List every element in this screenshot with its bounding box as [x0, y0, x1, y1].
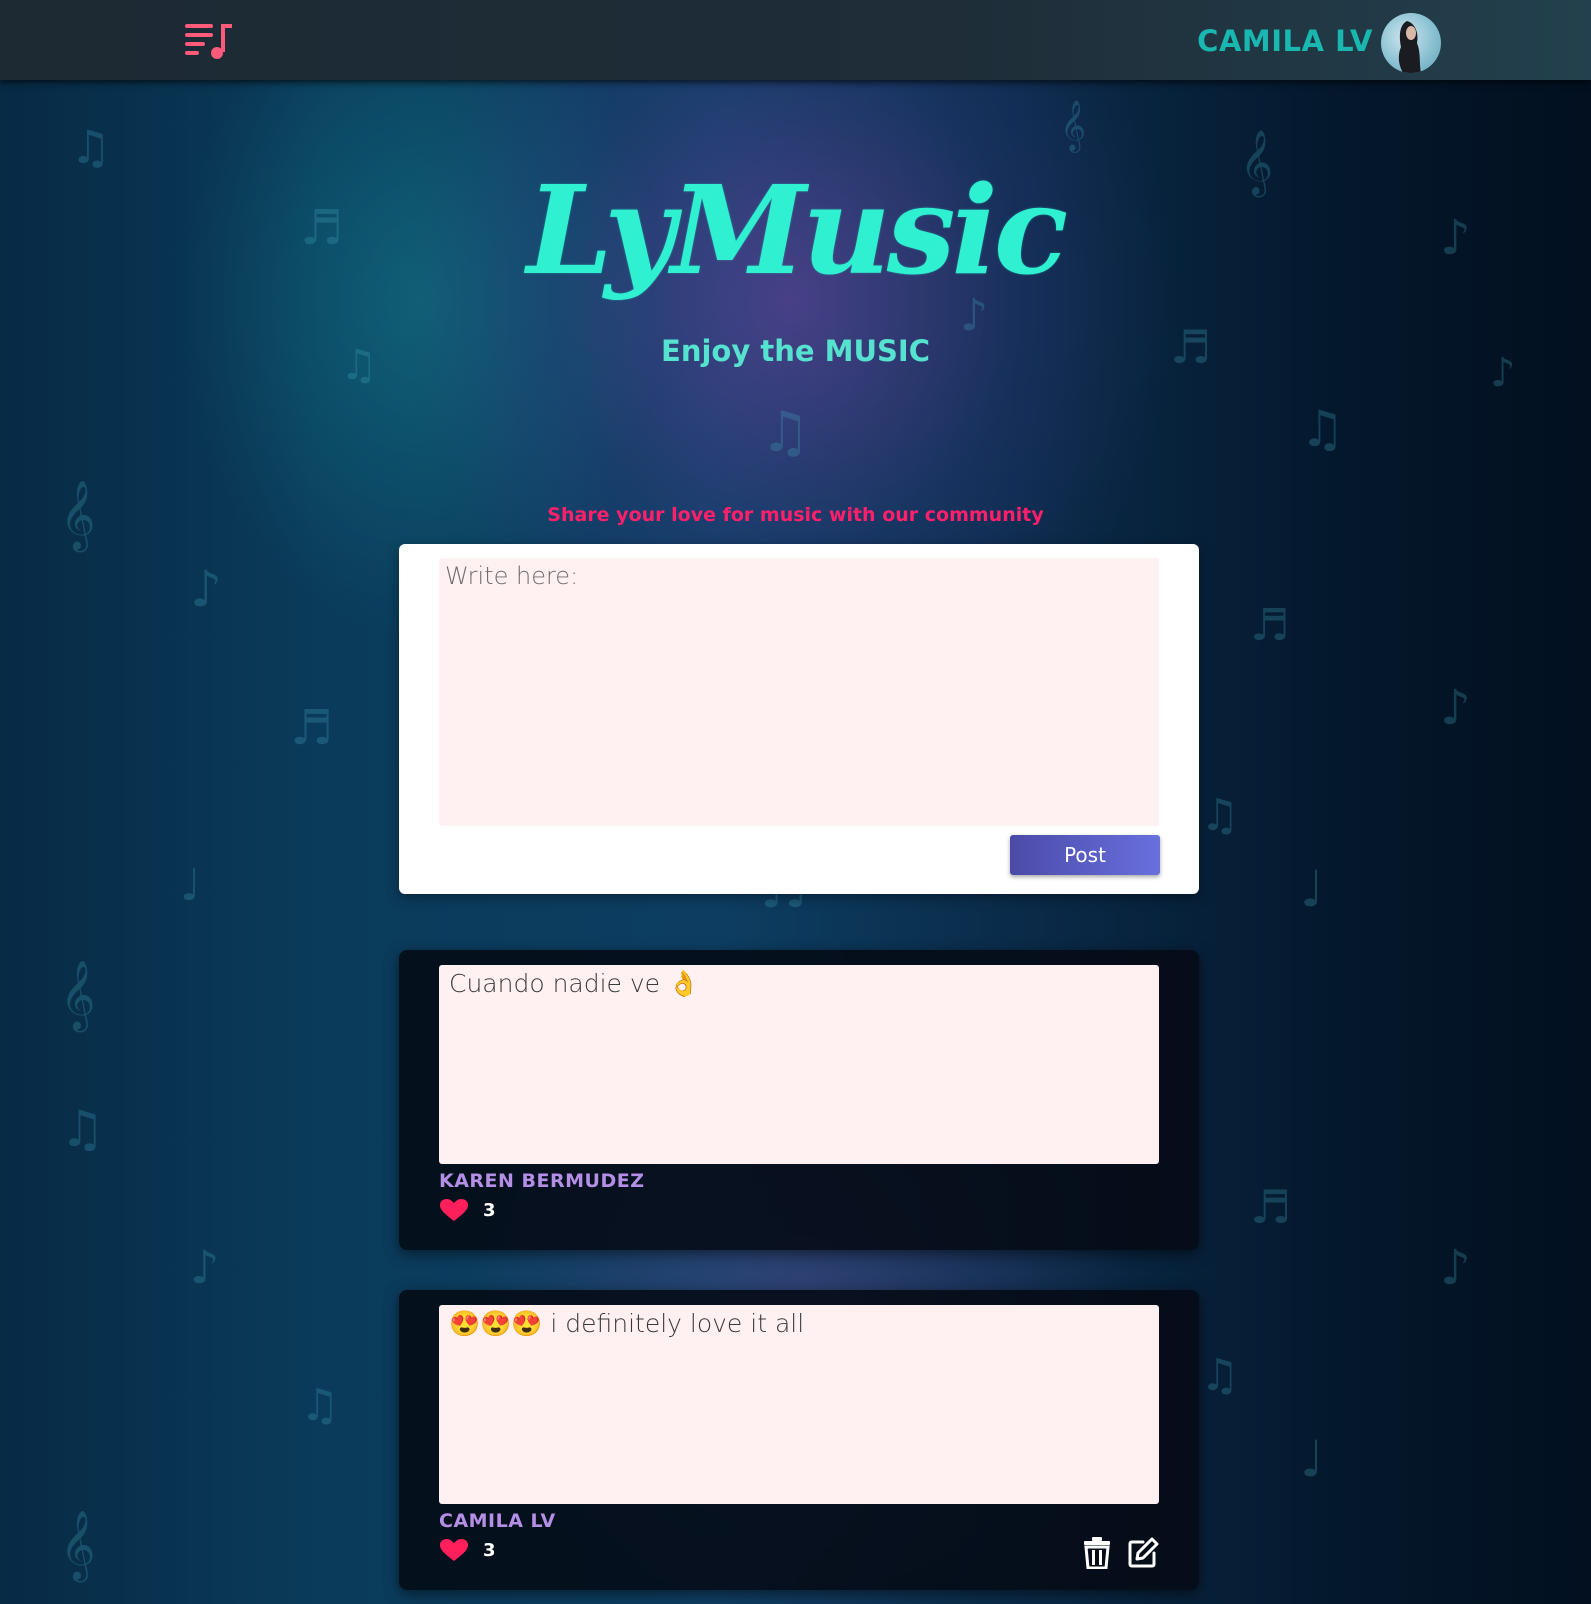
tagline: Enjoy the MUSIC: [661, 334, 930, 368]
playlist-music-icon[interactable]: [183, 18, 237, 62]
music-note-icon: ♫: [760, 400, 811, 465]
post-author: KAREN BERMUDEZ: [439, 1170, 645, 1192]
music-note-icon: ♩: [1300, 860, 1324, 918]
music-note-icon: ♪: [1440, 1240, 1471, 1296]
heart-icon[interactable]: [439, 1198, 469, 1222]
post-author: CAMILA LV: [439, 1510, 556, 1532]
music-note-icon: 𝄞: [1060, 100, 1087, 151]
user-name[interactable]: CAMILA LV: [1197, 24, 1373, 58]
post-composer: Post: [399, 544, 1199, 894]
music-note-icon: ♬: [1250, 1180, 1292, 1234]
like-count: 3: [483, 1200, 496, 1221]
post-card: Cuando nadie ve 👌 KAREN BERMUDEZ 3: [399, 950, 1199, 1250]
post-text: 😍😍😍 i definitely love it all: [449, 1309, 805, 1338]
post-text: Cuando nadie ve 👌: [449, 969, 700, 998]
music-note-icon: ♫: [1200, 790, 1240, 841]
music-note-icon: ♩: [180, 860, 201, 911]
music-note-icon: ♫: [1200, 1350, 1240, 1401]
post-card: 😍😍😍 i definitely love it all CAMILA LV 3: [399, 1290, 1199, 1590]
music-note-icon: ♪: [1440, 680, 1471, 736]
music-note-icon: ♬: [290, 700, 334, 756]
post-input[interactable]: [439, 558, 1159, 826]
top-bar: CAMILA LV: [0, 0, 1591, 80]
user-avatar[interactable]: [1381, 13, 1441, 73]
music-note-icon: 𝄞: [60, 1510, 96, 1580]
share-heading: Share your love for music with our commu…: [547, 504, 1044, 526]
post-body: 😍😍😍 i definitely love it all: [439, 1305, 1159, 1504]
trash-icon[interactable]: [1082, 1537, 1112, 1570]
post-button[interactable]: Post: [1010, 835, 1160, 875]
edit-icon[interactable]: [1127, 1537, 1159, 1569]
post-body: Cuando nadie ve 👌: [439, 965, 1159, 1164]
music-note-icon: ♪: [190, 1240, 220, 1294]
music-note-icon: ♫: [1300, 400, 1345, 458]
music-note-icon: ♪: [190, 560, 222, 618]
music-note-icon: ♫: [60, 1100, 105, 1158]
music-note-icon: ♩: [1300, 1430, 1324, 1488]
heart-icon[interactable]: [439, 1538, 469, 1562]
music-note-icon: ♫: [300, 1380, 340, 1431]
music-note-icon: 𝄞: [60, 960, 96, 1030]
music-note-icon: ♬: [1250, 600, 1290, 651]
brand-logo: LyMusic: [526, 158, 1068, 302]
like-count: 3: [483, 1540, 496, 1561]
